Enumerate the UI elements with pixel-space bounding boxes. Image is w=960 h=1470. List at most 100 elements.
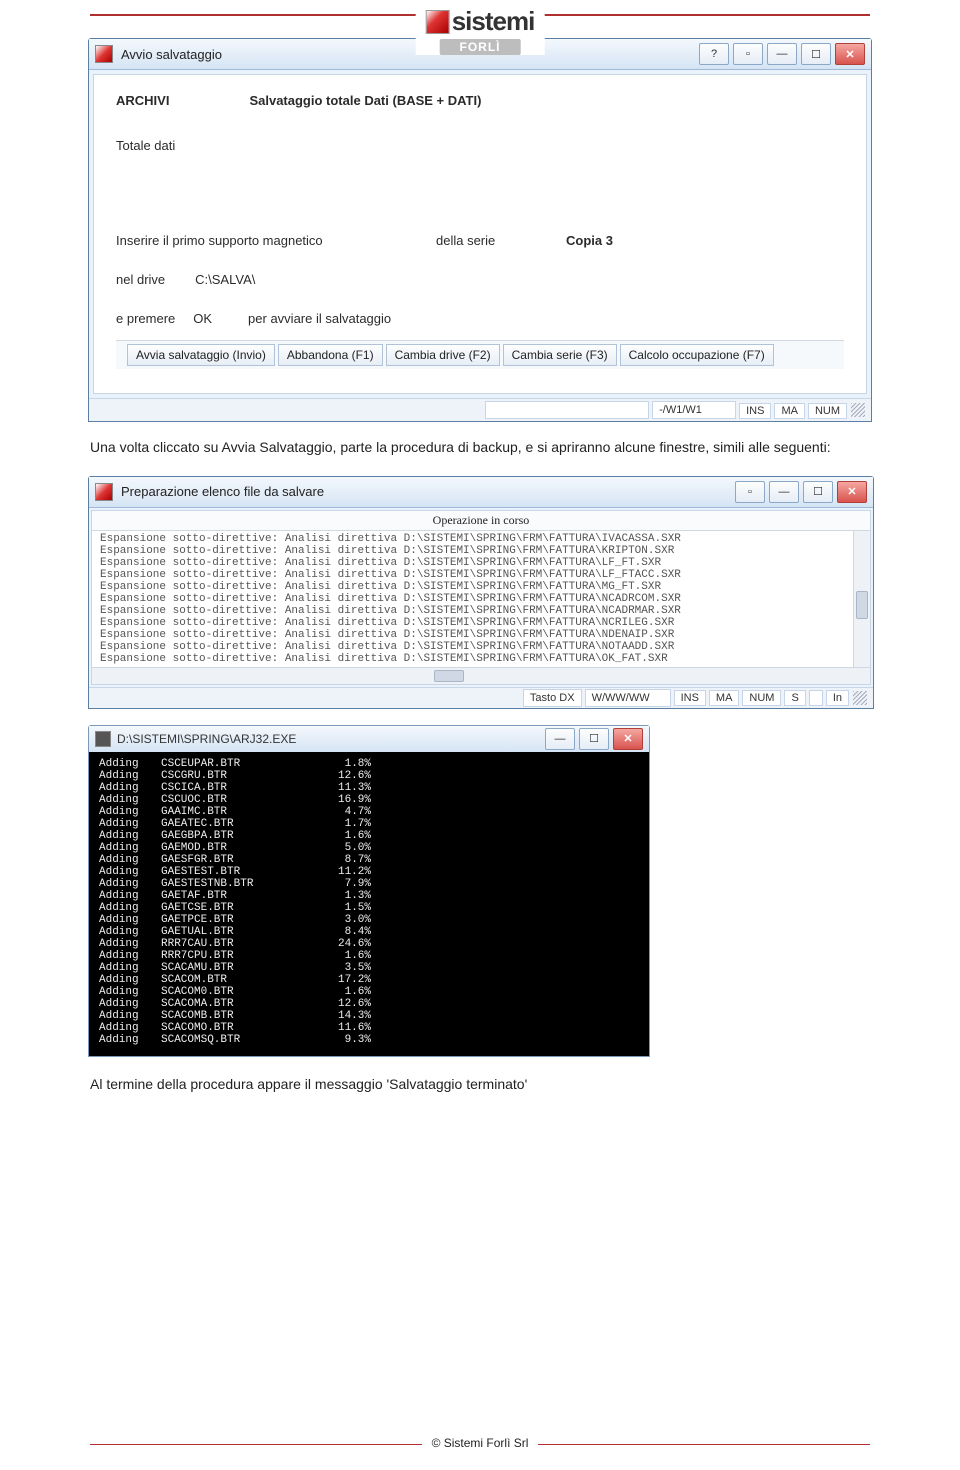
footer-button[interactable]: Abbandona (F1) [278, 344, 383, 366]
brand-text: sistemi [452, 6, 535, 36]
console-line: AddingCSCGRU.BTR12.6% [99, 770, 639, 782]
titlebar[interactable]: Preparazione elenco file da salvare ▫ — … [89, 477, 873, 508]
maximize-button[interactable]: ☐ [579, 728, 609, 750]
console-line: AddingRRR7CPU.BTR1.6% [99, 950, 639, 962]
status-cell: INS [674, 690, 706, 706]
file-list: Operazione in corso Espansione sotto-dir… [91, 510, 871, 685]
button-bar: Avvia salvataggio (Invio)Abbandona (F1)C… [116, 340, 844, 369]
label-copia: Copia 3 [566, 233, 613, 248]
close-button[interactable]: ✕ [613, 728, 643, 750]
window-title: Preparazione elenco file da salvare [121, 484, 324, 499]
console-line: AddingGAEMOD.BTR5.0% [99, 842, 639, 854]
status-cell: NUM [742, 690, 781, 706]
list-item: Espansione sotto-direttive: Analisi dire… [100, 545, 866, 557]
restore2-button[interactable]: ▫ [733, 43, 763, 65]
console-line: AddingGAETPCE.BTR3.0% [99, 914, 639, 926]
body-paragraph-1: Una volta cliccato su Avvia Salvataggio,… [90, 438, 870, 458]
list-item: Espansione sotto-direttive: Analisi dire… [100, 641, 866, 653]
console-line: AddingGAESFGR.BTR8.7% [99, 854, 639, 866]
console-line: AddingSCACOM.BTR17.2% [99, 974, 639, 986]
close-button[interactable]: ✕ [835, 43, 865, 65]
status-cell: In [826, 690, 849, 706]
console-line: AddingSCACOMA.BTR12.6% [99, 998, 639, 1010]
brand-logo: sistemi FORLÌ [416, 6, 545, 55]
list-item: Espansione sotto-direttive: Analisi dire… [100, 557, 866, 569]
status-cell: NUM [808, 403, 847, 419]
minimize-button[interactable]: — [769, 481, 799, 503]
footer-button[interactable]: Cambia serie (F3) [503, 344, 617, 366]
brand-sub: FORLÌ [439, 39, 520, 55]
resize-grip-icon[interactable] [851, 403, 865, 417]
footer-button[interactable]: Avvia salvataggio (Invio) [127, 344, 275, 366]
console-icon [95, 731, 111, 747]
window-title: Avvio salvataggio [121, 47, 222, 62]
close-button[interactable]: ✕ [837, 481, 867, 503]
list-item: Espansione sotto-direttive: Analisi dire… [100, 581, 866, 593]
console-line: AddingSCACOMO.BTR11.6% [99, 1022, 639, 1034]
drive-path: C:\SALVA\ [195, 272, 255, 287]
status-bar: -/W1/W1 INSMANUM [89, 398, 871, 421]
console-line: AddingGAESTESTNB.BTR7.9% [99, 878, 639, 890]
status-cell: MA [774, 403, 805, 419]
titlebar[interactable]: D:\SISTEMI\SPRING\ARJ32.EXE — ☐ ✕ [89, 726, 649, 752]
console-line: AddingCSCICA.BTR11.3% [99, 782, 639, 794]
list-header: Operazione in corso [92, 511, 870, 531]
console-line: AddingCSCEUPAR.BTR1.8% [99, 758, 639, 770]
label-subtitle: Salvataggio totale Dati (BASE + DATI) [249, 93, 481, 108]
label-totale: Totale dati [116, 138, 844, 153]
help-button[interactable]: ? [699, 43, 729, 65]
list-item: Espansione sotto-direttive: Analisi dire… [100, 653, 866, 665]
status-bar: Tasto DX W/WW/WW INSMANUMS In [89, 687, 873, 708]
console-line: AddingSCACAMU.BTR3.5% [99, 962, 639, 974]
label-nel-drive: nel drive [116, 272, 165, 287]
console-line: AddingSCACOMSQ.BTR9.3% [99, 1034, 639, 1046]
logo-icon [426, 10, 450, 34]
label-archivi: ARCHIVI [116, 93, 169, 108]
status-cell: MA [709, 690, 740, 706]
dialog-body: ARCHIVI Salvataggio totale Dati (BASE + … [93, 74, 867, 394]
minimize-button[interactable]: — [545, 728, 575, 750]
resize-grip-icon[interactable] [853, 691, 867, 705]
console-line: AddingRRR7CAU.BTR24.6% [99, 938, 639, 950]
status-path: -/W1/W1 [652, 401, 736, 419]
footer-button[interactable]: Cambia drive (F2) [386, 344, 500, 366]
list-item: Espansione sotto-direttive: Analisi dire… [100, 629, 866, 641]
status-cell: INS [739, 403, 771, 419]
app-icon [95, 483, 113, 501]
console-line: AddingSCACOMB.BTR14.3% [99, 1010, 639, 1022]
label-ok: OK [193, 311, 212, 326]
console-output: AddingCSCEUPAR.BTR1.8%AddingCSCGRU.BTR12… [89, 752, 649, 1056]
restore2-button[interactable]: ▫ [735, 481, 765, 503]
label-per-avviare: per avviare il salvataggio [248, 311, 391, 326]
console-line: AddingGAETCSE.BTR1.5% [99, 902, 639, 914]
app-icon [95, 45, 113, 63]
window-title: D:\SISTEMI\SPRING\ARJ32.EXE [117, 732, 296, 746]
label-e-premere: e premere [116, 311, 175, 326]
label-insert: Inserire il primo supporto magnetico [116, 233, 436, 248]
minimize-button[interactable]: — [767, 43, 797, 65]
list-item: Espansione sotto-direttive: Analisi dire… [100, 593, 866, 605]
status-cell: S [784, 690, 805, 706]
maximize-button[interactable]: ☐ [801, 43, 831, 65]
horizontal-scrollbar[interactable] [92, 667, 870, 684]
console-line: AddingCSCUOC.BTR16.9% [99, 794, 639, 806]
maximize-button[interactable]: ☐ [803, 481, 833, 503]
status-path: W/WW/WW [585, 689, 671, 707]
console-line: AddingGAETUAL.BTR8.4% [99, 926, 639, 938]
status-cell [809, 690, 823, 706]
list-item: Espansione sotto-direttive: Analisi dire… [100, 533, 866, 545]
dialog-avvio-salvataggio: Avvio salvataggio ? ▫ — ☐ ✕ ARCHIVI Salv… [88, 38, 872, 422]
console-line: AddingGAEGBPA.BTR1.6% [99, 830, 639, 842]
footer-button[interactable]: Calcolo occupazione (F7) [620, 344, 774, 366]
vertical-scrollbar[interactable] [853, 531, 870, 668]
list-item: Espansione sotto-direttive: Analisi dire… [100, 605, 866, 617]
list-item: Espansione sotto-direttive: Analisi dire… [100, 569, 866, 581]
console-line: AddingGAETAF.BTR1.3% [99, 890, 639, 902]
console-line: AddingGAEATEC.BTR1.7% [99, 818, 639, 830]
console-line: AddingGAESTEST.BTR11.2% [99, 866, 639, 878]
label-della-serie: della serie [436, 233, 566, 248]
status-left: Tasto DX [523, 689, 582, 707]
console-line: AddingGAAIMC.BTR4.7% [99, 806, 639, 818]
page-footer: © Sistemi Forlì Srl [0, 1434, 960, 1470]
dialog-preparazione: Preparazione elenco file da salvare ▫ — … [88, 476, 874, 709]
